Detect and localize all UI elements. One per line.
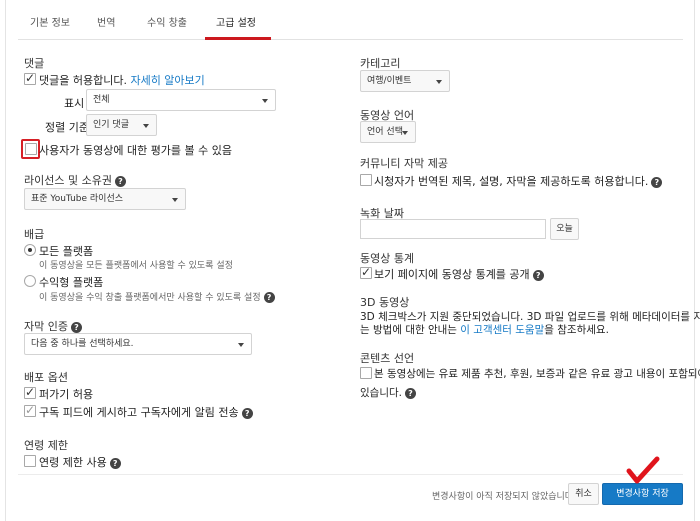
notify-subscribers-checkbox[interactable]: ✓: [24, 403, 36, 417]
chevron-down-icon: [436, 80, 442, 84]
save-changes-button[interactable]: 변경사항 저장: [602, 483, 683, 505]
help-icon[interactable]: ?: [651, 176, 663, 188]
chevron-down-icon: [238, 343, 244, 347]
footer-divider: [18, 474, 683, 475]
radio-selected-dot: [28, 248, 32, 252]
sort-select-value: 인기 댓글: [93, 120, 129, 130]
all-platforms-radio[interactable]: [24, 244, 36, 256]
check-icon: ✓: [361, 265, 372, 279]
tab-advanced-settings[interactable]: 고급 설정: [216, 14, 256, 29]
sort-label: 정렬 기준: [45, 121, 89, 134]
monetized-platforms-label: 수익형 플랫폼: [39, 276, 104, 289]
video-stats-title: 동영상 통계: [360, 252, 415, 265]
help-icon[interactable]: ?: [114, 175, 126, 187]
active-tab-indicator: [205, 37, 271, 40]
distribution-options-title: 배포 옵션: [24, 371, 68, 384]
unsaved-changes-text: 변경사항이 아직 저장되지 않았습니다.: [432, 492, 576, 502]
check-icon: ✓: [25, 71, 36, 85]
allow-comments-label: 댓글을 허용합니다. 자세히 알아보기: [39, 74, 205, 87]
chevron-down-icon: [143, 124, 149, 128]
category-select[interactable]: 여행/이벤트: [360, 70, 450, 92]
highlight-box: [21, 139, 40, 159]
help-icon[interactable]: ?: [263, 292, 275, 303]
display-select[interactable]: 전체: [86, 89, 276, 111]
license-select-value: 표준 YouTube 라이선스: [31, 194, 123, 204]
3d-video-title: 3D 동영상: [360, 296, 410, 309]
chevron-down-icon: [262, 99, 268, 103]
paid-promotion-checkbox[interactable]: [360, 367, 372, 379]
community-contrib-label: 시청자가 번역된 제목, 설명, 자막을 제공하도록 허용합니다.?: [374, 173, 663, 189]
category-title: 카테고리: [360, 57, 401, 70]
chevron-down-icon: [172, 198, 178, 202]
notify-subscribers-label: 구독 피드에 게시하고 구독자에게 알림 전송?: [39, 404, 253, 420]
caption-cert-title: 자막 인증?: [24, 318, 82, 334]
age-restriction-label: 연령 제한 사용?: [39, 454, 121, 470]
age-restriction-checkbox[interactable]: [24, 455, 36, 467]
paid-promotion-line1: 본 동영상에는 유료 제품 추천, 후원, 보증과 같은 유료 광고 내용이 포…: [374, 368, 700, 380]
distribution-title: 배급: [24, 228, 45, 241]
category-select-value: 여행/이벤트: [367, 76, 412, 86]
video-stats-label: 보기 페이지에 동영상 통계를 공개?: [374, 266, 544, 282]
recording-date-input[interactable]: [360, 219, 546, 239]
license-title: 라이선스 및 소유권?: [24, 172, 126, 188]
chevron-down-icon: [402, 131, 408, 135]
tab-basic-info[interactable]: 기본 정보: [30, 14, 70, 29]
cancel-button[interactable]: 취소: [568, 483, 599, 505]
monetized-platforms-desc: 이 동영상을 수익 창출 플랫폼에서만 사용할 수 있도록 설정?: [39, 290, 275, 303]
tab-bar: 기본 정보 번역 수익 창출 고급 설정: [18, 0, 683, 40]
learn-more-link[interactable]: 자세히 알아보기: [130, 74, 204, 87]
comments-title: 댓글: [24, 57, 45, 70]
caption-cert-select-value: 다음 중 하나를 선택하세요.: [31, 339, 134, 349]
community-title: 커뮤니티 자막 제공: [360, 157, 448, 170]
content-declaration-title: 콘텐츠 선언: [360, 352, 415, 365]
allow-comments-checkbox[interactable]: ✓: [24, 71, 36, 85]
video-stats-checkbox[interactable]: ✓: [360, 265, 372, 279]
all-platforms-desc: 이 동영상을 모든 플랫폼에서 사용할 수 있도록 설정: [39, 261, 233, 271]
show-ratings-label: 사용자가 동영상에 대한 평가를 볼 수 있음: [39, 144, 233, 157]
display-label: 표시: [64, 97, 85, 110]
help-icon[interactable]: ?: [70, 321, 82, 333]
allow-embed-checkbox[interactable]: ✓: [24, 385, 36, 399]
caption-cert-select[interactable]: 다음 중 하나를 선택하세요.: [24, 333, 252, 355]
help-center-link[interactable]: 이 고객센터 도움말: [460, 324, 544, 336]
help-icon[interactable]: ?: [404, 387, 416, 399]
age-restriction-title: 연령 제한: [24, 439, 68, 452]
paid-promotion-line2: 있습니다.?: [360, 385, 416, 400]
all-platforms-label: 모든 플랫폼: [39, 245, 94, 258]
today-button[interactable]: 오늘: [550, 218, 579, 240]
license-select[interactable]: 표준 YouTube 라이선스: [24, 188, 186, 210]
red-checkmark-annotation-icon: [626, 456, 660, 484]
3d-notice-line2: 는 방법에 대한 안내는 이 고객센터 도움말을 참조하세요.: [360, 324, 609, 336]
monetized-platforms-radio[interactable]: [24, 275, 36, 287]
check-icon: ✓: [25, 385, 36, 399]
display-select-value: 전체: [93, 95, 110, 105]
tab-monetization[interactable]: 수익 창출: [147, 14, 187, 29]
help-icon[interactable]: ?: [109, 457, 121, 469]
help-icon[interactable]: ?: [532, 269, 544, 281]
community-contrib-checkbox[interactable]: [360, 174, 372, 186]
help-icon[interactable]: ?: [241, 407, 253, 419]
check-icon: ✓: [25, 403, 36, 417]
video-language-select-value: 언어 선택: [367, 127, 403, 137]
sort-select[interactable]: 인기 댓글: [86, 114, 157, 136]
video-language-select[interactable]: 언어 선택: [360, 121, 416, 143]
allow-embed-label: 퍼가기 허용: [39, 388, 94, 401]
tab-translation[interactable]: 번역: [97, 14, 115, 29]
